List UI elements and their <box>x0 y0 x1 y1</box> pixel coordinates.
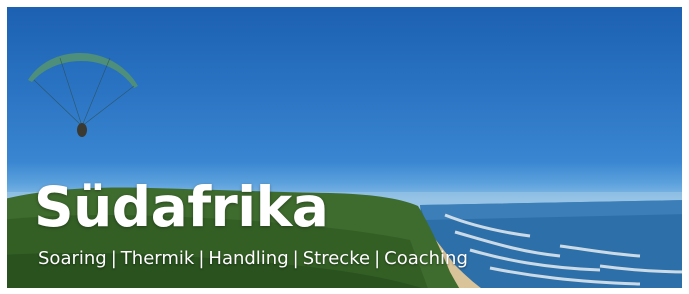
separator: | <box>110 248 117 269</box>
separator: | <box>292 248 299 269</box>
tag-coaching: Coaching <box>384 248 468 269</box>
tag-soaring: Soaring <box>38 248 107 269</box>
page-title: Südafrika <box>34 175 329 239</box>
paraglider-icon <box>28 52 138 137</box>
tag-thermik: Thermik <box>120 248 195 269</box>
tag-handling: Handling <box>208 248 289 269</box>
separator: | <box>198 248 205 269</box>
banner-photo: Südafrika Soaring | Thermik | Handling | Strec… <box>0 0 689 294</box>
subtitle-tags: Soaring | Thermik | Handling | Strecke | Coachin… <box>38 248 468 269</box>
separator: | <box>374 248 381 269</box>
tag-strecke: Strecke <box>302 248 371 269</box>
